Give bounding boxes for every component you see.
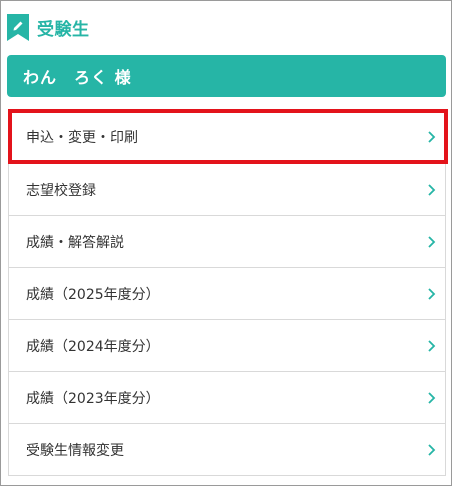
menu-list: 申込・変更・印刷 志望校登録 成績・解答解説 成績（2025年度分） 成績（20… bbox=[8, 109, 446, 476]
user-name-bar: わん ろく 様 bbox=[7, 55, 446, 97]
menu-item-school-registration[interactable]: 志望校登録 bbox=[9, 163, 445, 215]
menu-item-results-answers[interactable]: 成績・解答解説 bbox=[9, 215, 445, 267]
chevron-right-icon bbox=[428, 235, 436, 248]
menu-item-label: 受験生情報変更 bbox=[26, 442, 124, 459]
user-name: わん ろく 様 bbox=[23, 68, 132, 87]
menu-item-label: 成績（2025年度分） bbox=[26, 286, 160, 303]
section-header: 受験生 bbox=[7, 13, 90, 41]
chevron-right-icon bbox=[428, 339, 436, 352]
chevron-right-icon bbox=[428, 287, 436, 300]
menu-item-application[interactable]: 申込・変更・印刷 bbox=[9, 109, 445, 163]
chevron-right-icon bbox=[428, 183, 436, 196]
pencil-bookmark-icon bbox=[7, 13, 29, 41]
menu-item-label: 成績（2024年度分） bbox=[26, 338, 160, 355]
menu-item-label: 申込・変更・印刷 bbox=[26, 129, 138, 146]
menu-item-label: 成績・解答解説 bbox=[26, 234, 124, 251]
menu-item-label: 成績（2023年度分） bbox=[26, 390, 160, 407]
menu-item-label: 志望校登録 bbox=[26, 182, 96, 199]
menu-item-results-2025[interactable]: 成績（2025年度分） bbox=[9, 267, 445, 319]
menu-item-student-info-change[interactable]: 受験生情報変更 bbox=[9, 423, 445, 475]
chevron-right-icon bbox=[428, 130, 436, 143]
menu-item-results-2024[interactable]: 成績（2024年度分） bbox=[9, 319, 445, 371]
chevron-right-icon bbox=[428, 443, 436, 456]
menu-item-results-2023[interactable]: 成績（2023年度分） bbox=[9, 371, 445, 423]
section-title: 受験生 bbox=[37, 19, 90, 40]
chevron-right-icon bbox=[428, 391, 436, 404]
panel-frame: 受験生 わん ろく 様 申込・変更・印刷 志望校登録 成績・解答解説 成績（20… bbox=[0, 0, 452, 486]
